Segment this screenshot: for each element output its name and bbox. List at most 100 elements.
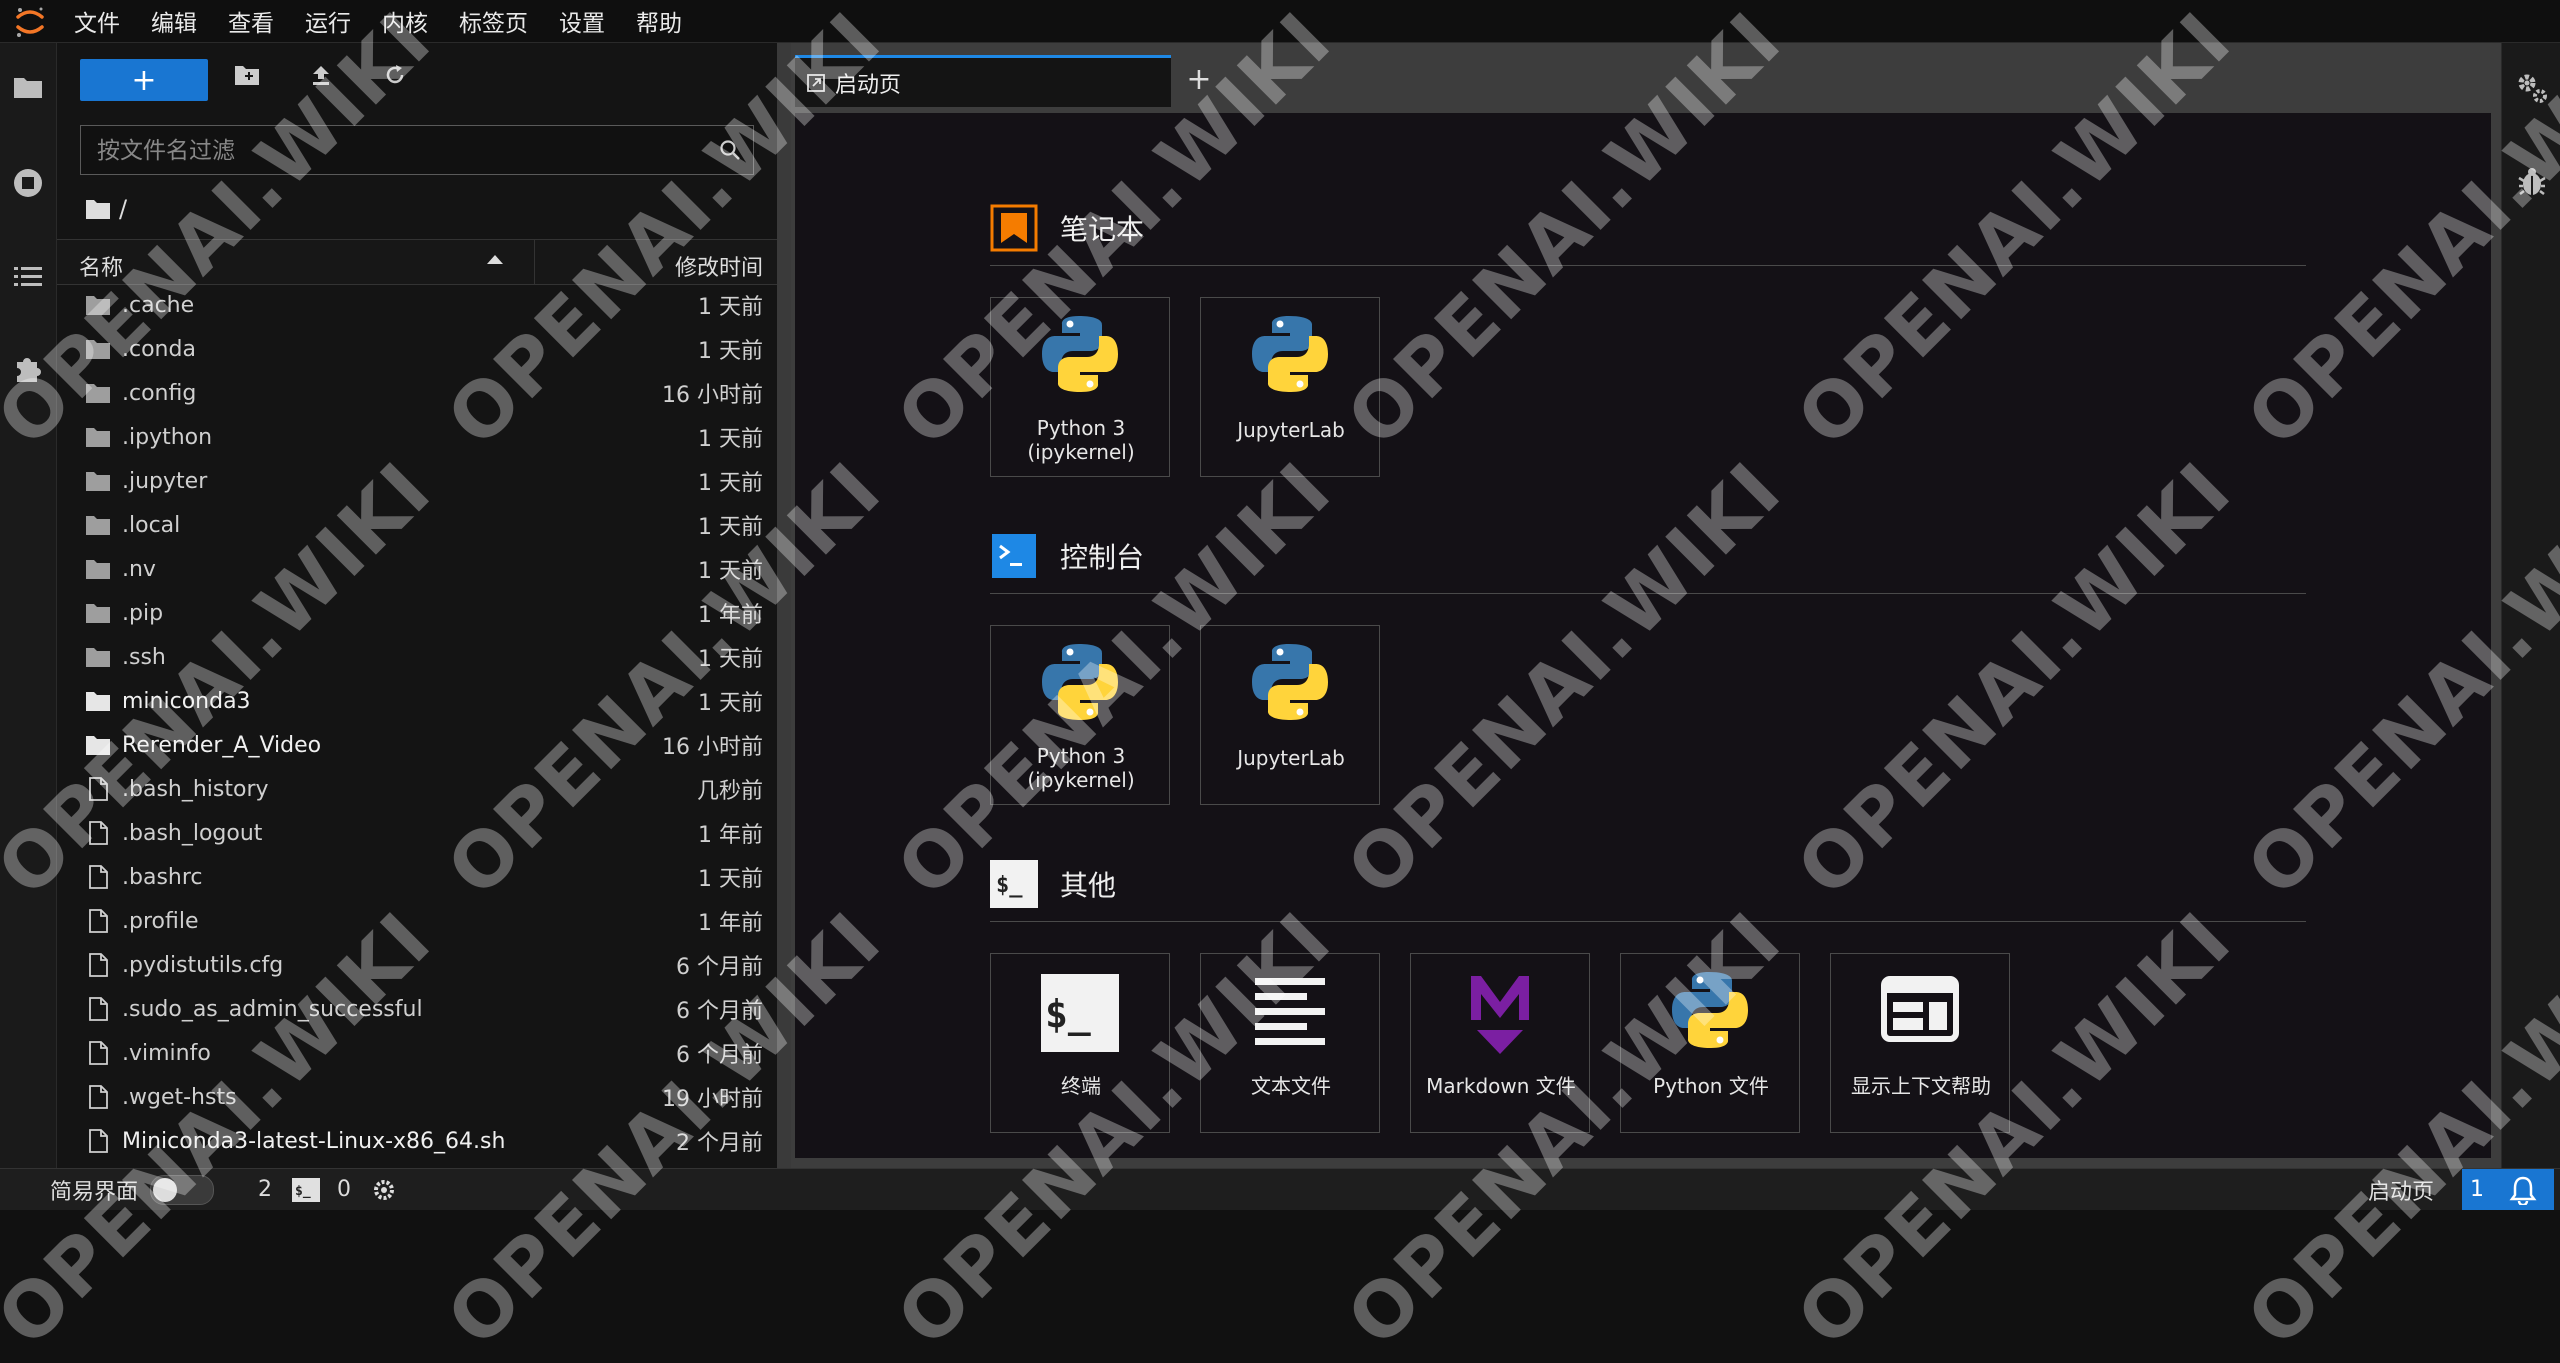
- column-modified-header[interactable]: 修改时间: [675, 250, 763, 282]
- file-name: Miniconda3-latest-Linux-x86_64.sh: [122, 1128, 506, 1154]
- kernel-count[interactable]: 2: [258, 1169, 272, 1210]
- upload-button[interactable]: [301, 57, 341, 93]
- file-list-row[interactable]: .sudo_as_admin_successful 6 个月前: [57, 987, 777, 1031]
- debugger-bug-icon[interactable]: [2517, 166, 2547, 198]
- breadcrumb-root[interactable]: /: [119, 195, 127, 223]
- file-name: .pydistutils.cfg: [122, 952, 284, 978]
- file-icon: [89, 865, 108, 889]
- file-modified: 16 小时前: [662, 383, 763, 408]
- console-python3-card[interactable]: Python 3 (ipykernel): [990, 625, 1170, 805]
- upload-icon: [313, 66, 329, 85]
- card-label: 文本文件: [1251, 1074, 1331, 1098]
- file-list-row[interactable]: .conda 1 天前: [57, 327, 777, 371]
- python-logo-icon: [1248, 640, 1332, 724]
- card-label: Python 3 (ipykernel): [1027, 416, 1135, 464]
- file-list-row[interactable]: Miniconda3-latest-Linux-x86_64.sh 2 个月前: [57, 1119, 777, 1163]
- notebook-jupyterlab-card[interactable]: JupyterLab: [1200, 297, 1380, 477]
- menu-edit[interactable]: 编辑: [151, 4, 197, 38]
- folder-icon[interactable]: [10, 69, 46, 105]
- file-list-row[interactable]: miniconda3 1 天前: [57, 679, 777, 723]
- terminal-count[interactable]: 0: [337, 1169, 351, 1210]
- file-list-row[interactable]: Rerender_A_Video 16 小时前: [57, 723, 777, 767]
- new-folder-button[interactable]: [227, 57, 267, 93]
- home-folder-icon[interactable]: [85, 198, 111, 220]
- refresh-icon: [386, 65, 404, 84]
- simple-mode-toggle[interactable]: [150, 1169, 214, 1210]
- folder-icon: [86, 296, 110, 315]
- text-file-icon: [1255, 978, 1325, 1045]
- text-file-card[interactable]: 文本文件: [1200, 953, 1380, 1133]
- python-logo-icon: [1248, 312, 1332, 396]
- extension-puzzle-icon[interactable]: [10, 351, 46, 387]
- notification-count[interactable]: 1: [2462, 1169, 2492, 1210]
- kernel-status-gear-icon[interactable]: [372, 1169, 396, 1210]
- file-list-row[interactable]: .cache 1 天前: [57, 283, 777, 327]
- menu-view[interactable]: 查看: [228, 4, 274, 38]
- simple-mode-label: 简易界面: [50, 1179, 139, 1205]
- file-name: .ssh: [122, 644, 166, 670]
- folder-icon: [86, 472, 110, 491]
- file-filter-input[interactable]: [81, 126, 719, 176]
- terminal-status-icon: $_: [292, 1169, 320, 1210]
- file-name: .config: [122, 380, 197, 406]
- file-list-row[interactable]: .viminfo 6 个月前: [57, 1031, 777, 1075]
- add-tab-button[interactable]: +: [1181, 59, 1217, 99]
- menu-bar: 文件 编辑 查看 运行 内核 标签页 设置 帮助: [0, 0, 2560, 43]
- refresh-button[interactable]: [375, 57, 415, 93]
- menu-help[interactable]: 帮助: [636, 4, 682, 38]
- panel-resize-handle[interactable]: [777, 43, 791, 1168]
- folder-icon: [86, 648, 110, 667]
- python-logo-icon: [1668, 968, 1752, 1052]
- console-jupyterlab-card[interactable]: JupyterLab: [1200, 625, 1380, 805]
- running-kernels-icon[interactable]: [10, 165, 46, 201]
- file-list-row[interactable]: .jupyter 1 天前: [57, 459, 777, 503]
- file-list-row[interactable]: .config 16 小时前: [57, 371, 777, 415]
- notebook-python3-card[interactable]: Python 3 (ipykernel): [990, 297, 1170, 477]
- notebook-section-title: 笔记本: [1060, 213, 1145, 246]
- file-list-row[interactable]: .ipython 1 天前: [57, 415, 777, 459]
- terminal-card[interactable]: $_ 终端: [990, 953, 1170, 1133]
- file-list-row[interactable]: .ssh 1 天前: [57, 635, 777, 679]
- launcher-tab-icon: [807, 73, 825, 92]
- notification-bell-icon[interactable]: [2492, 1169, 2554, 1210]
- table-of-contents-icon[interactable]: [10, 259, 46, 295]
- main-menu: 文件 编辑 查看 运行 内核 标签页 设置 帮助: [74, 0, 713, 42]
- tab-launcher[interactable]: 启动页: [795, 55, 1171, 107]
- file-list-row[interactable]: .local 1 天前: [57, 503, 777, 547]
- folder-icon: [86, 428, 110, 447]
- file-name: .viminfo: [122, 1040, 211, 1066]
- console-section-title: 控制台: [1060, 541, 1145, 574]
- svg-text:$_: $_: [1045, 992, 1091, 1036]
- menu-tabs[interactable]: 标签页: [459, 4, 528, 38]
- property-inspector-gears-icon[interactable]: [2515, 71, 2549, 105]
- file-icon: [89, 1085, 108, 1109]
- markdown-file-card[interactable]: Markdown 文件: [1410, 953, 1590, 1133]
- card-label: Python 文件: [1653, 1074, 1769, 1098]
- file-modified: 1 年前: [698, 603, 763, 628]
- file-list-row[interactable]: .pip 1 年前: [57, 591, 777, 635]
- file-browser: + / 名称 修改时间 .cache 1 天前 .conda 1 天前 .config 1…: [57, 43, 777, 1168]
- file-list-row[interactable]: .bash_history 几秒前: [57, 767, 777, 811]
- menu-kernel[interactable]: 内核: [382, 4, 428, 38]
- tab-bar: 启动页 +: [791, 55, 2501, 107]
- notebook-icon: [990, 204, 1038, 252]
- python-file-card[interactable]: Python 文件: [1620, 953, 1800, 1133]
- file-modified: 19 小时前: [662, 1087, 763, 1112]
- svg-text:$_: $_: [295, 1184, 311, 1199]
- menu-run[interactable]: 运行: [305, 4, 351, 38]
- file-list-row[interactable]: .pydistutils.cfg 6 个月前: [57, 943, 777, 987]
- file-list-row[interactable]: .nv 1 天前: [57, 547, 777, 591]
- column-divider[interactable]: [534, 240, 535, 284]
- column-name-header[interactable]: 名称: [79, 250, 123, 282]
- file-list-row[interactable]: .wget-hsts 19 小时前: [57, 1075, 777, 1119]
- file-list-row[interactable]: .profile 1 年前: [57, 899, 777, 943]
- file-name: .ipython: [122, 424, 213, 450]
- menu-settings[interactable]: 设置: [559, 4, 605, 38]
- menu-file[interactable]: 文件: [74, 4, 120, 38]
- new-launcher-button[interactable]: +: [80, 59, 208, 101]
- file-list-row[interactable]: .bash_logout 1 年前: [57, 811, 777, 855]
- context-help-card[interactable]: 显示上下文帮助: [1830, 953, 2010, 1133]
- right-activity-bar: [2501, 43, 2560, 1168]
- file-list-row[interactable]: .bashrc 1 天前: [57, 855, 777, 899]
- left-activity-bar: [0, 43, 57, 1168]
